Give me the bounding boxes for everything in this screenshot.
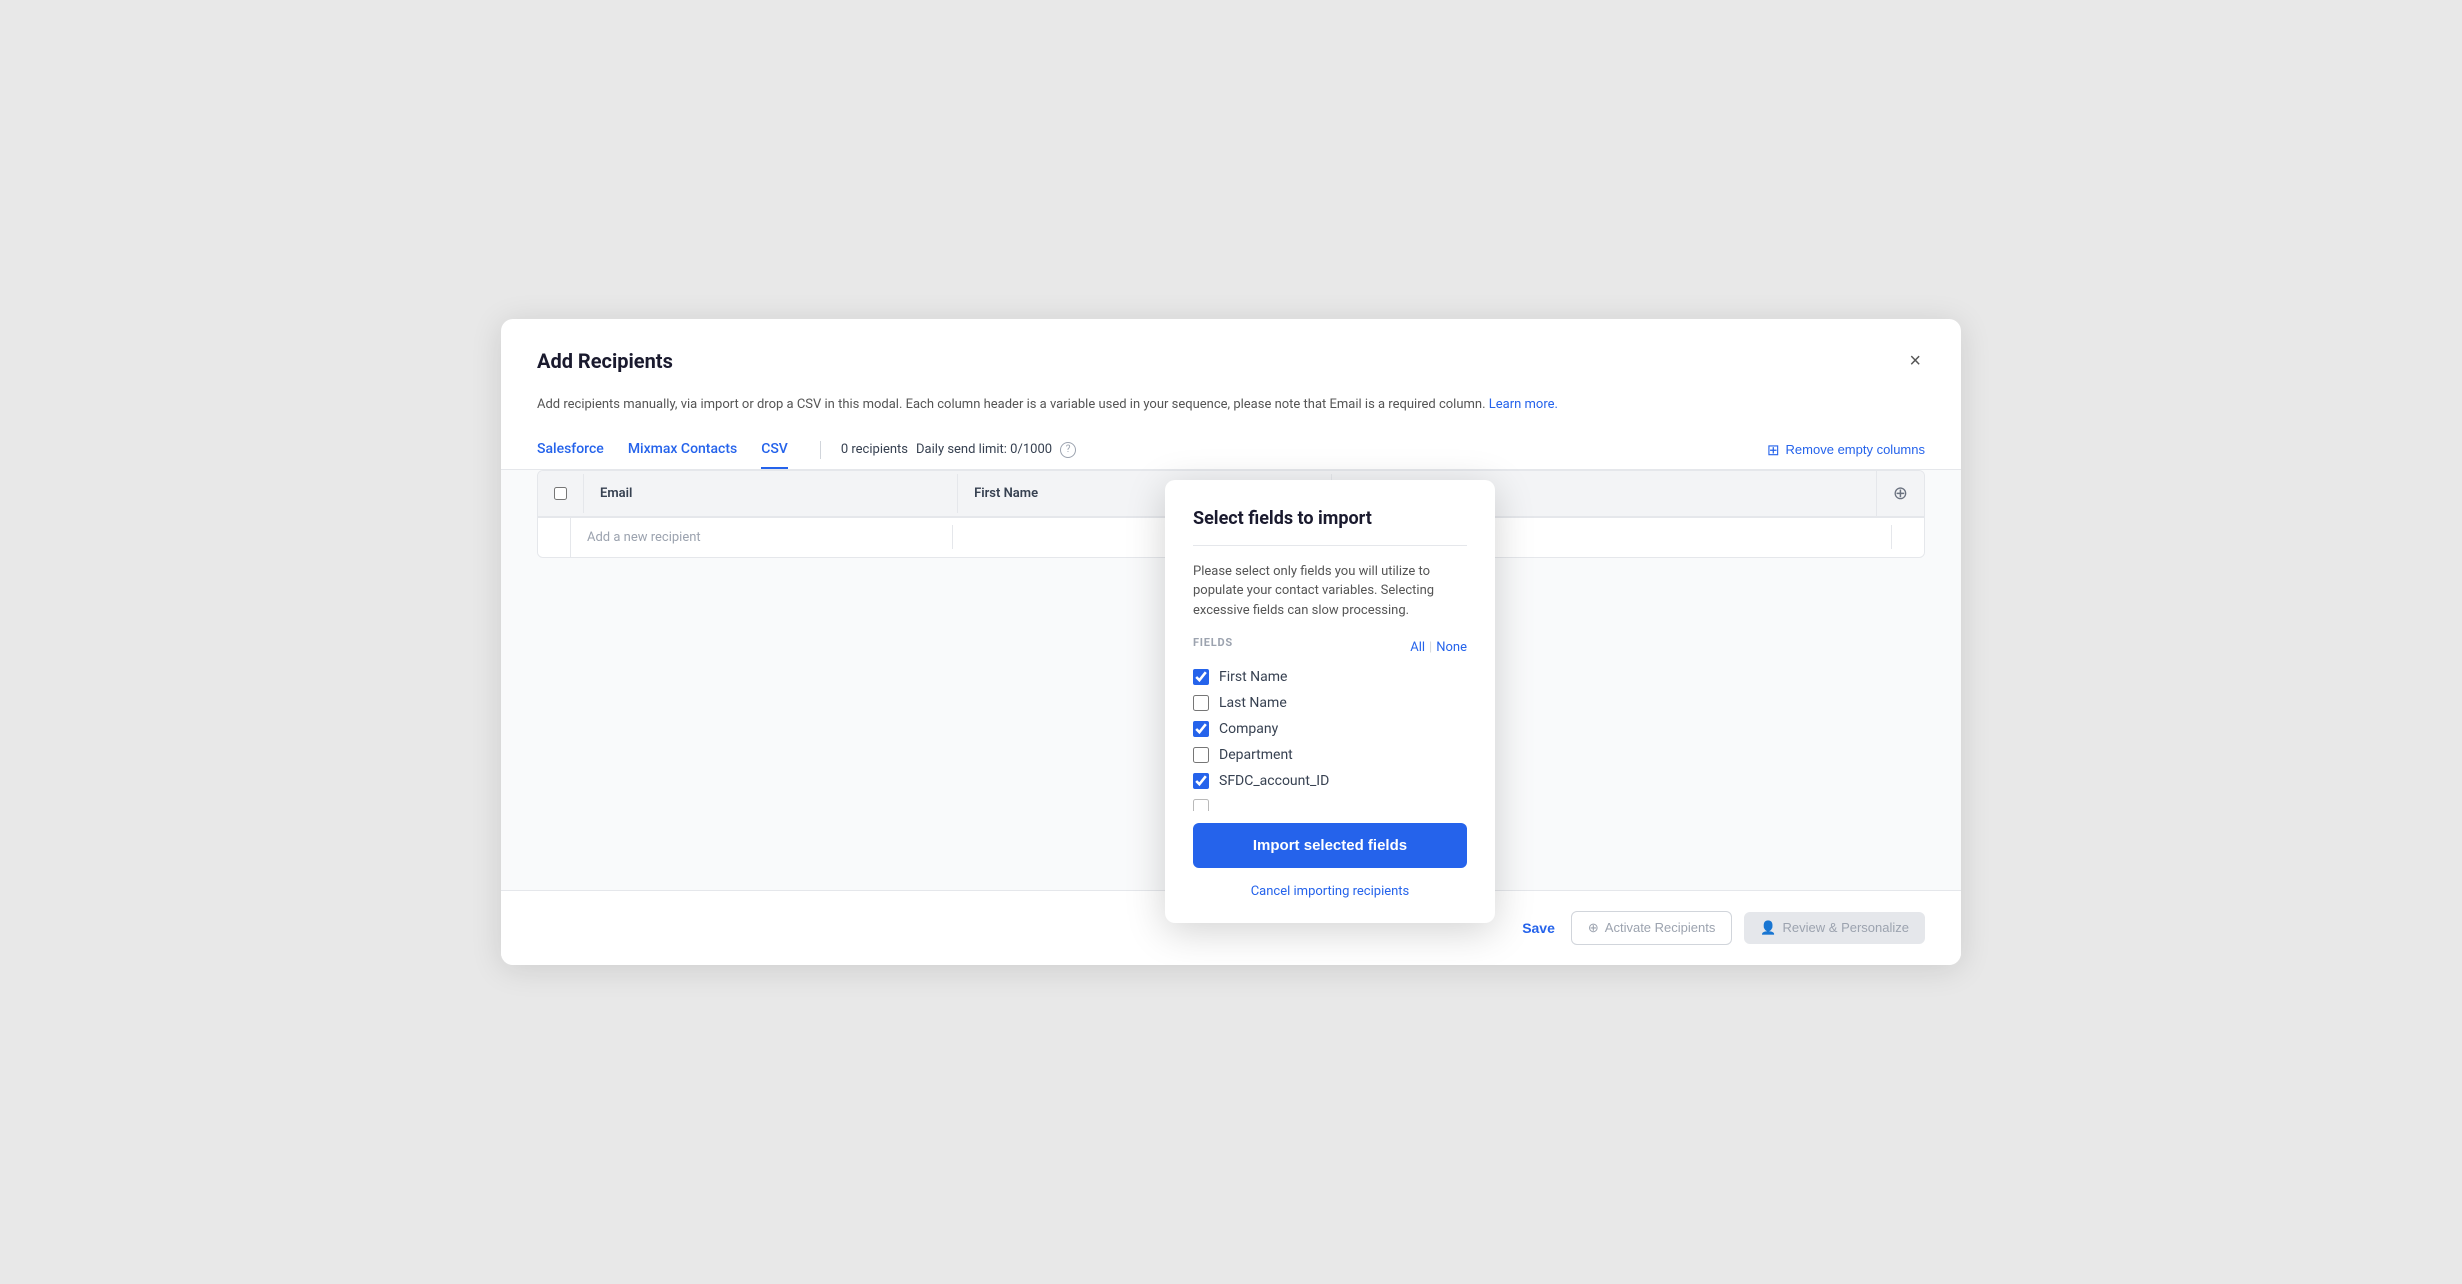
field-label-department[interactable]: Department	[1219, 747, 1293, 763]
header-checkbox-cell	[538, 475, 583, 512]
add-recipient-cell[interactable]: Add a new recipient	[570, 518, 952, 557]
field-label-sfdc-account-id[interactable]: SFDC_account_ID	[1219, 773, 1329, 789]
learn-more-link[interactable]: Learn more.	[1489, 397, 1558, 412]
cancel-importing-link[interactable]: Cancel importing recipients	[1193, 884, 1467, 899]
field-checkbox-partial[interactable]	[1193, 799, 1209, 811]
row-checkbox-cell	[538, 525, 570, 549]
field-label-last-name[interactable]: Last Name	[1219, 695, 1287, 711]
fields-header: FIELDS All | None	[1193, 636, 1467, 659]
select-fields-popup: Select fields to import Please select on…	[1165, 480, 1495, 924]
fields-actions: All | None	[1410, 640, 1467, 655]
field-company: Company	[1193, 721, 1467, 737]
field-partial-row	[1193, 799, 1467, 811]
activate-recipients-button[interactable]: ⊕ Activate Recipients	[1571, 911, 1732, 945]
field-checkbox-last-name[interactable]	[1193, 695, 1209, 711]
select-all-checkbox[interactable]	[554, 487, 567, 500]
col-header-email: Email	[583, 474, 957, 513]
activate-icon: ⊕	[1588, 920, 1599, 936]
field-checkbox-department[interactable]	[1193, 747, 1209, 763]
save-button[interactable]: Save	[1518, 912, 1559, 944]
field-label-first-name[interactable]: First Name	[1219, 669, 1287, 685]
field-label-company[interactable]: Company	[1219, 721, 1278, 737]
modal-header: Add Recipients ×	[501, 319, 1961, 395]
recipients-info: 0 recipients Daily send limit: 0/1000 ?	[841, 442, 1076, 458]
remove-empty-columns-button[interactable]: ⊞ Remove empty columns	[1767, 433, 1925, 467]
popup-title: Select fields to import	[1193, 508, 1467, 529]
tabs-row: Salesforce Mixmax Contacts CSV 0 recipie…	[501, 431, 1961, 470]
review-icon: 👤	[1760, 920, 1776, 936]
field-department: Department	[1193, 747, 1467, 763]
send-limit: Daily send limit: 0/1000	[916, 442, 1052, 457]
tab-mixmax-contacts[interactable]: Mixmax Contacts	[628, 431, 737, 469]
field-first-name: First Name	[1193, 669, 1467, 685]
modal-title: Add Recipients	[537, 349, 673, 373]
field-last-name: Last Name	[1193, 695, 1467, 711]
close-button[interactable]: ×	[1905, 347, 1925, 375]
review-personalize-button[interactable]: 👤 Review & Personalize	[1744, 912, 1925, 944]
table-area: Email First Name Phone ⊕ Add a new recip…	[501, 470, 1961, 890]
field-checkbox-sfdc-account-id[interactable]	[1193, 773, 1209, 789]
field-checkbox-first-name[interactable]	[1193, 669, 1209, 685]
info-icon[interactable]: ?	[1060, 442, 1076, 458]
popup-description: Please select only fields you will utili…	[1193, 562, 1467, 621]
popup-divider	[1193, 545, 1467, 546]
tab-divider	[820, 441, 821, 459]
add-recipients-modal: Add Recipients × Add recipients manually…	[501, 319, 1961, 965]
fields-label: FIELDS	[1193, 636, 1233, 649]
field-sfdc-account-id: SFDC_account_ID	[1193, 773, 1467, 789]
recipients-count: 0 recipients	[841, 442, 908, 457]
row-add-cell	[1891, 525, 1924, 549]
all-link[interactable]: All	[1410, 640, 1425, 655]
add-column-cell: ⊕	[1876, 471, 1924, 516]
modal-description: Add recipients manually, via import or d…	[501, 395, 1961, 431]
import-selected-fields-button[interactable]: Import selected fields	[1193, 823, 1467, 868]
tab-salesforce[interactable]: Salesforce	[537, 431, 604, 469]
grid-icon: ⊞	[1767, 441, 1780, 459]
add-column-button[interactable]: ⊕	[1893, 483, 1908, 504]
tab-csv[interactable]: CSV	[761, 431, 788, 469]
field-checkbox-company[interactable]	[1193, 721, 1209, 737]
plus-circle-icon: ⊕	[1893, 483, 1908, 504]
none-link[interactable]: None	[1436, 640, 1467, 655]
